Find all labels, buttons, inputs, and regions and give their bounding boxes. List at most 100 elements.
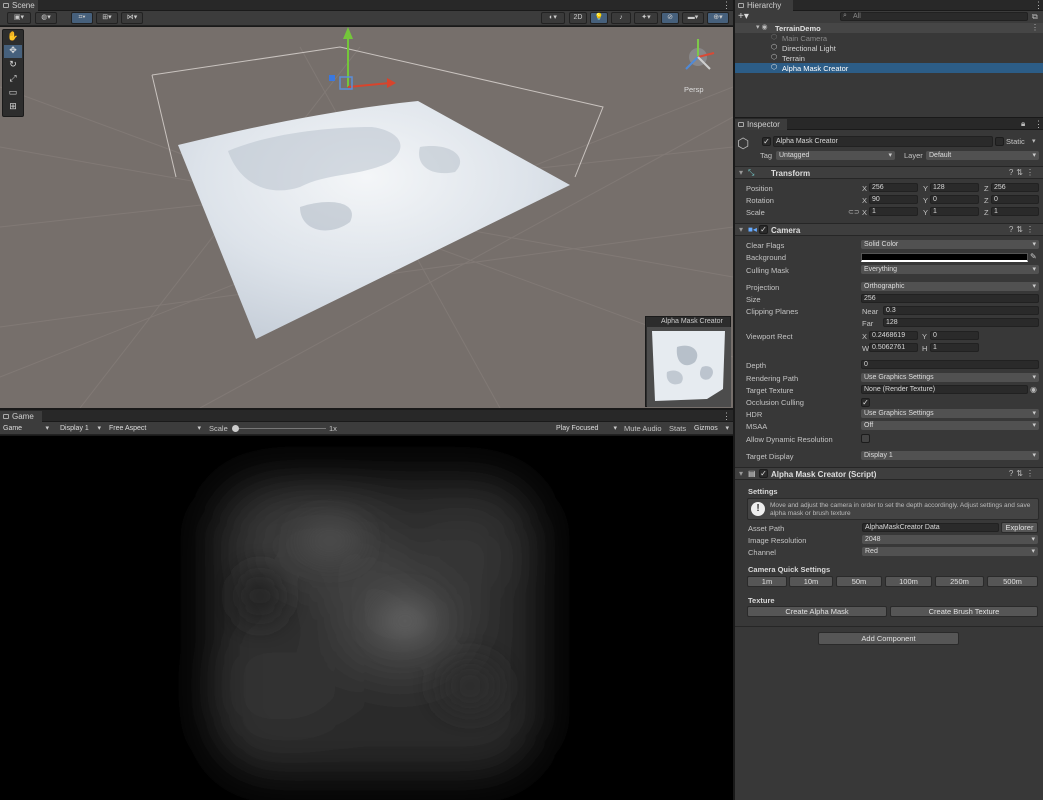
hierarchy-menu-icon[interactable]: ⋮ [1034,0,1043,10]
rotate-tool-icon[interactable]: ↻ [4,59,22,72]
component-header-icons[interactable]: ?⇅⋮ [1009,168,1037,177]
viewport-h-field[interactable]: 1 [930,343,979,352]
visibility-icon[interactable]: ⊘ [661,12,679,24]
lock-icon[interactable]: ⧉ [1032,12,1038,22]
component-header-icons[interactable]: ?⇅⋮ [1009,225,1037,234]
rect-tool-icon[interactable]: ▭ [4,87,22,100]
snap-settings-button[interactable]: ⊞▾ [96,12,118,24]
quick-10m-button[interactable]: 10m [789,576,833,587]
scene-viewport[interactable]: Persp ✋ ✥ ↻ ⤢ ▭ ⊞ Alpha Mask Creator [0,27,733,408]
scale-slider-track[interactable] [234,428,326,429]
near-field[interactable]: 0.3 [883,306,1039,315]
scale-x-field[interactable]: 1 [869,207,918,216]
shading-button[interactable]: ◍▾ [35,12,57,24]
occlusion-culling-checkbox[interactable]: ✓ [861,398,870,407]
scene-menu-icon[interactable]: ⋮ [722,0,731,10]
display-dropdown[interactable]: Display 1 [57,424,104,433]
draw-mode-button[interactable]: ▣▾ [7,12,31,24]
hdr-dropdown[interactable]: Use Graphics Settings [861,409,1039,418]
persp-label[interactable]: Persp [684,85,704,94]
projection-dropdown[interactable]: Orthographic [861,282,1039,291]
add-object-icon[interactable]: +▾ [738,11,749,22]
script-header[interactable]: ▾ ▤ ✓ Alpha Mask Creator (Script) ?⇅⋮ [735,467,1043,480]
scale-tool-icon[interactable]: ⤢ [4,73,22,86]
constrain-scale-icon[interactable]: ⊂⊃ [848,208,860,216]
aspect-dropdown[interactable]: Free Aspect [106,424,204,433]
scale-y-field[interactable]: 1 [930,207,979,216]
quick-50m-button[interactable]: 50m [836,576,882,587]
tab-scene[interactable]: Scene [0,0,38,11]
background-color-swatch[interactable] [861,253,1028,262]
explorer-button[interactable]: Explorer [1001,522,1038,533]
position-y-field[interactable]: 128 [930,183,979,192]
add-component-button[interactable]: Add Component [818,632,959,645]
play-focused-dropdown[interactable]: Play Focused [553,424,620,433]
camera-enabled-checkbox[interactable]: ✓ [759,225,768,234]
size-field[interactable]: 256 [861,294,1039,303]
grid-snap-button[interactable]: ⌗▾ [71,12,93,24]
game-view[interactable] [0,436,733,800]
game-menu-icon[interactable]: ⋮ [722,411,731,421]
lighting-icon[interactable]: 💡 [590,12,608,24]
rendering-path-dropdown[interactable]: Use Graphics Settings [861,373,1039,382]
object-name-input[interactable]: Alpha Mask Creator [773,136,993,147]
camera-header[interactable]: ▾ ■◂ ✓ Camera ?⇅⋮ [735,223,1043,236]
far-field[interactable]: 128 [883,318,1039,327]
quick-500m-button[interactable]: 500m [987,576,1038,587]
camera-preview-overlay[interactable]: Alpha Mask Creator [645,316,731,407]
quick-100m-button[interactable]: 100m [885,576,932,587]
scale-z-field[interactable]: 1 [991,207,1039,216]
create-brush-texture-button[interactable]: Create Brush Texture [890,606,1038,617]
rotation-x-field[interactable]: 90 [869,195,918,204]
rotation-z-field[interactable]: 0 [991,195,1039,204]
active-checkbox[interactable]: ✓ [762,137,771,146]
tab-inspector[interactable]: Inspector [735,119,787,130]
transform-tool-icon[interactable]: ⊞ [4,101,22,114]
target-display-dropdown[interactable]: Display 1 [861,451,1039,460]
gizmos-dropdown[interactable]: Gizmos [691,424,732,433]
move-tool-icon[interactable]: ✥ [4,45,22,58]
scene-row-menu-icon[interactable]: ⋮ [1031,23,1039,32]
script-enabled-checkbox[interactable]: ✓ [759,469,768,478]
tag-dropdown[interactable]: Untagged [776,151,895,160]
hierarchy-scene-row[interactable]: ▾ ◉ TerrainDemo ⋮ [735,23,1043,33]
create-alpha-mask-button[interactable]: Create Alpha Mask [747,606,887,617]
asset-path-field[interactable]: AlphaMaskCreator Data [862,523,999,532]
layer-dropdown[interactable]: Default [926,151,1039,160]
position-x-field[interactable]: 256 [869,183,918,192]
scale-slider-handle[interactable] [232,425,239,432]
hierarchy-row-directional-light[interactable]: ⬡ Directional Light [735,43,1043,53]
viewport-w-field[interactable]: 0.5062761 [869,343,918,352]
stats-toggle[interactable]: Stats [669,424,686,433]
eyedropper-icon[interactable]: ✎ [1030,252,1037,261]
hierarchy-row-terrain[interactable]: ⬡ Terrain [735,53,1043,63]
quick-250m-button[interactable]: 250m [935,576,984,587]
hierarchy-row-main-camera[interactable]: ⬡ Main Camera [735,33,1043,43]
hierarchy-search-input[interactable]: All [840,12,1028,21]
object-picker-icon[interactable]: ◉ [1030,385,1037,394]
gizmos-icon[interactable]: ⊕▾ [707,12,729,24]
mute-audio-toggle[interactable]: Mute Audio [624,424,662,433]
viewport-x-field[interactable]: 0.2468619 [869,331,918,340]
msaa-dropdown[interactable]: Off [861,421,1039,430]
audio-icon[interactable]: ♪ [611,12,631,24]
component-header-icons[interactable]: ?⇅⋮ [1009,469,1037,478]
inspector-lock-icon[interactable]: 🔒︎ [1021,119,1025,129]
target-texture-field[interactable]: None (Render Texture) [861,385,1028,394]
game-mode-dropdown[interactable]: Game [0,424,52,433]
tab-game[interactable]: Game [0,411,42,422]
image-resolution-dropdown[interactable]: 2048 [862,535,1038,544]
transform-header[interactable]: ▾ ⤡ Transform ?⇅⋮ [735,166,1043,179]
hand-tool-icon[interactable]: ✋ [4,31,22,44]
draw-gizmo-button[interactable]: ◐▾ [541,12,565,24]
effects-icon[interactable]: ✦▾ [634,12,658,24]
tab-hierarchy[interactable]: Hierarchy [735,0,793,11]
dynamic-resolution-checkbox[interactable] [861,434,870,443]
viewport-y-field[interactable]: 0 [930,331,979,340]
clear-flags-dropdown[interactable]: Solid Color [861,240,1039,249]
hierarchy-row-alpha-mask-creator[interactable]: ⬡ Alpha Mask Creator [735,63,1043,73]
static-dropdown-icon[interactable]: ▾ [1032,137,1036,145]
camera-settings-icon[interactable]: ▬▾ [682,12,704,24]
position-z-field[interactable]: 256 [991,183,1039,192]
depth-field[interactable]: 0 [861,360,1039,369]
